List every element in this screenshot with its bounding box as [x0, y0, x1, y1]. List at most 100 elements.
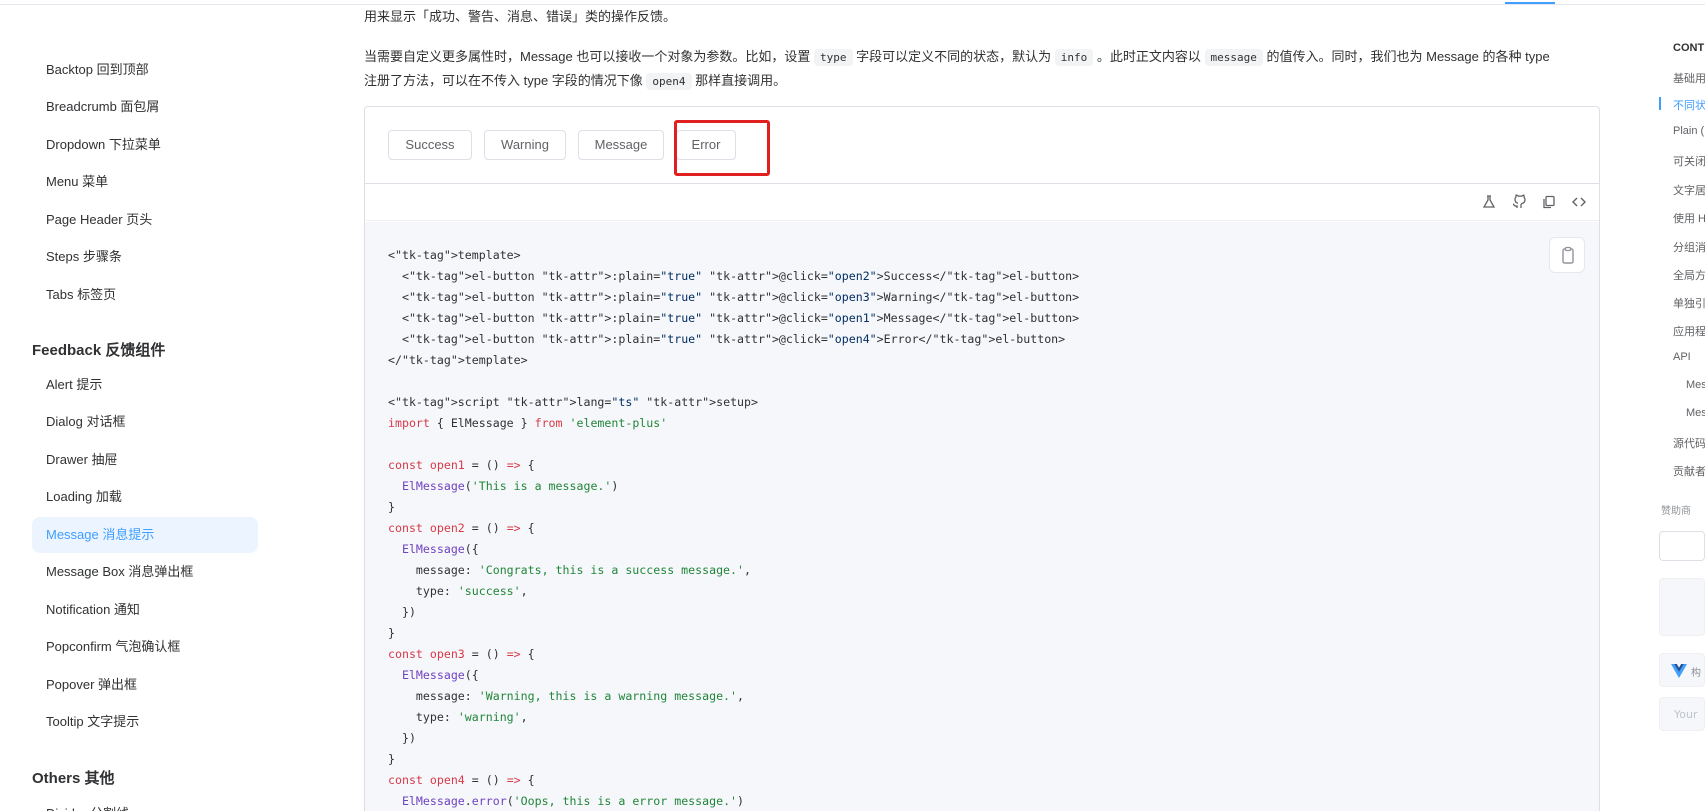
- sidebar-item-notification[interactable]: Notification 通知: [32, 592, 258, 628]
- sidebar-item-alert[interactable]: Alert 提示: [32, 367, 258, 403]
- toc-item[interactable]: 使用 H: [1673, 210, 1705, 226]
- code-line: ElMessage.error('Oops, this is a error m…: [401, 794, 745, 808]
- sidebar-item-popover[interactable]: Popover 弹出框: [32, 667, 258, 703]
- code-line: <"tk-tag">el-button "tk-attr">:plain="tr…: [388, 290, 1080, 304]
- code-line: message: 'Warning, this is a warning mes…: [388, 689, 744, 703]
- vue-ad-text: 构: [1691, 668, 1701, 679]
- table-of-contents: [1660, 0, 1705, 811]
- inline-code-info: info: [1054, 49, 1094, 66]
- toc-item[interactable]: 文字居: [1673, 182, 1705, 198]
- inline-code-message: message: [1204, 49, 1263, 66]
- sidebar-item-message[interactable]: Message 消息提示: [32, 517, 258, 553]
- ad-box[interactable]: [1659, 578, 1705, 636]
- code-line: }: [388, 752, 395, 766]
- toc-item[interactable]: Plain (: [1673, 125, 1704, 137]
- main-content: 用来显示「成功、警告、消息、错误」类的操作反馈。 当需要自定义更多属性时，Mes…: [364, 0, 1600, 811]
- code-line: type: 'success',: [388, 584, 528, 598]
- email-input[interactable]: Your: [1659, 697, 1705, 731]
- vue-ad[interactable]: 构: [1659, 653, 1705, 687]
- sidebar-item-dropdown[interactable]: Dropdown 下拉菜单: [32, 127, 258, 163]
- toc-item[interactable]: 贡献者: [1673, 463, 1705, 479]
- code-line: const open3 = () => {: [388, 647, 535, 661]
- sidebar-item-steps[interactable]: Steps 步骤条: [32, 239, 258, 275]
- code-line: }): [388, 605, 416, 619]
- copy-icon[interactable]: [1541, 194, 1557, 210]
- intro-paragraph: 当需要自定义更多属性时，Message 也可以接收一个对象为参数。比如，设置 t…: [364, 45, 1600, 93]
- demo-buttons-area: Success Warning Message Error: [365, 107, 1599, 184]
- code-line: const open2 = () => {: [388, 521, 535, 535]
- sidebar-item-popconfirm[interactable]: Popconfirm 气泡确认框: [32, 629, 258, 665]
- toc-title: CONT: [1673, 42, 1705, 54]
- intro-text: 。此时正文内容以: [1096, 49, 1201, 64]
- code-line: <"tk-tag">el-button "tk-attr">:plain="tr…: [388, 269, 1080, 283]
- inline-code-type: type: [814, 49, 853, 66]
- sidebar-item-menu[interactable]: Menu 菜单: [32, 164, 258, 200]
- sponsor-label: 赞助商: [1661, 506, 1691, 517]
- toc-item[interactable]: 应用程: [1673, 323, 1705, 339]
- toc-item[interactable]: 基础用: [1673, 70, 1705, 86]
- sidebar-group-feedback: Feedback 反馈组件: [32, 342, 166, 359]
- code-line: const open1 = () => {: [388, 458, 535, 472]
- clipboard-icon: [1562, 246, 1574, 264]
- toc-active-marker: [1659, 97, 1661, 110]
- sponsor-box[interactable]: [1659, 531, 1705, 561]
- flask-icon[interactable]: [1481, 194, 1497, 210]
- demo-block: Success Warning Message Error <"tk-tag">…: [364, 106, 1600, 811]
- demo-toolbar: [365, 184, 1599, 221]
- intro-text: 那样直接调用。: [695, 73, 787, 88]
- sidebar-item-tabs[interactable]: Tabs 标签页: [32, 277, 258, 313]
- sidebar-item-dialog[interactable]: Dialog 对话框: [32, 404, 258, 440]
- toc-item[interactable]: Mes: [1686, 407, 1705, 419]
- sidebar: Backtop 回到顶部 Breadcrumb 面包屑 Dropdown 下拉菜…: [0, 0, 290, 811]
- code-line: <"tk-tag">el-button "tk-attr">:plain="tr…: [388, 311, 1080, 325]
- message-button[interactable]: Message: [578, 130, 664, 160]
- sidebar-group-others: Others 其他: [32, 770, 115, 787]
- intro-line: 用来显示「成功、警告、消息、错误」类的操作反馈。: [364, 9, 677, 24]
- code-line: ElMessage({: [401, 668, 479, 682]
- sidebar-item-backtop[interactable]: Backtop 回到顶部: [32, 52, 258, 88]
- intro-text: 当需要自定义更多属性时，Message 也可以接收一个对象为参数。比如，设置: [364, 49, 811, 64]
- code-line: <"tk-tag">script "tk-attr">lang="ts" "tk…: [388, 395, 758, 409]
- github-icon[interactable]: [1511, 194, 1527, 210]
- inline-code-open4: open4: [646, 73, 692, 90]
- code-icon[interactable]: [1571, 194, 1587, 210]
- warning-button[interactable]: Warning: [484, 130, 566, 160]
- email-placeholder: Your: [1674, 708, 1698, 721]
- highlight-box: [674, 120, 770, 176]
- toc-item[interactable]: 分组消: [1673, 239, 1705, 255]
- code-line: message: 'Congrats, this is a success me…: [388, 563, 751, 577]
- intro-text: 注册了方法，可以在不传入 type 字段的情况下像: [364, 73, 643, 88]
- intro-text: 的值传入。同时，我们也为 Message 的各种 type: [1266, 49, 1550, 64]
- code-line: const open4 = () => {: [388, 773, 535, 787]
- toc-item[interactable]: 源代码: [1673, 435, 1705, 451]
- code-line: import { ElMessage } from 'element-plus': [388, 416, 668, 430]
- success-button[interactable]: Success: [388, 130, 472, 160]
- toc-item[interactable]: API: [1673, 351, 1691, 363]
- code-line: <"tk-tag">template>: [388, 248, 521, 262]
- clipboard-button[interactable]: [1549, 237, 1585, 273]
- code-line: <"tk-tag">el-button "tk-attr">:plain="tr…: [388, 332, 1066, 346]
- sidebar-item-message-box[interactable]: Message Box 消息弹出框: [32, 554, 258, 590]
- code-listing: <"tk-tag">template> <"tk-tag">el-button …: [388, 245, 1079, 811]
- code-line: }: [388, 500, 395, 514]
- vue-logo-icon: [1671, 664, 1687, 678]
- toc-item[interactable]: 可关闭: [1673, 153, 1705, 169]
- code-line: ElMessage({: [401, 542, 479, 556]
- toc-item[interactable]: 单独引: [1673, 295, 1705, 311]
- code-line: ElMessage('This is a message.'): [401, 479, 619, 493]
- code-line: }: [388, 626, 395, 640]
- code-line: </"tk-tag">template>: [388, 353, 528, 367]
- code-line: type: 'warning',: [388, 710, 528, 724]
- sidebar-item-drawer[interactable]: Drawer 抽屉: [32, 442, 258, 478]
- toc-item-active[interactable]: 不同状: [1673, 97, 1705, 113]
- sidebar-item-loading[interactable]: Loading 加载: [32, 479, 258, 515]
- sidebar-item-page-header[interactable]: Page Header 页头: [32, 202, 258, 238]
- toc-item[interactable]: 全局方: [1673, 267, 1705, 283]
- toc-item[interactable]: Mes: [1686, 379, 1705, 391]
- sidebar-item-tooltip[interactable]: Tooltip 文字提示: [32, 704, 258, 740]
- sidebar-item-divider[interactable]: Divider 分割线: [32, 796, 258, 811]
- code-line: }): [388, 731, 416, 745]
- sidebar-item-breadcrumb[interactable]: Breadcrumb 面包屑: [32, 89, 258, 125]
- intro-text: 字段可以定义不同的状态，默认为: [856, 49, 1052, 64]
